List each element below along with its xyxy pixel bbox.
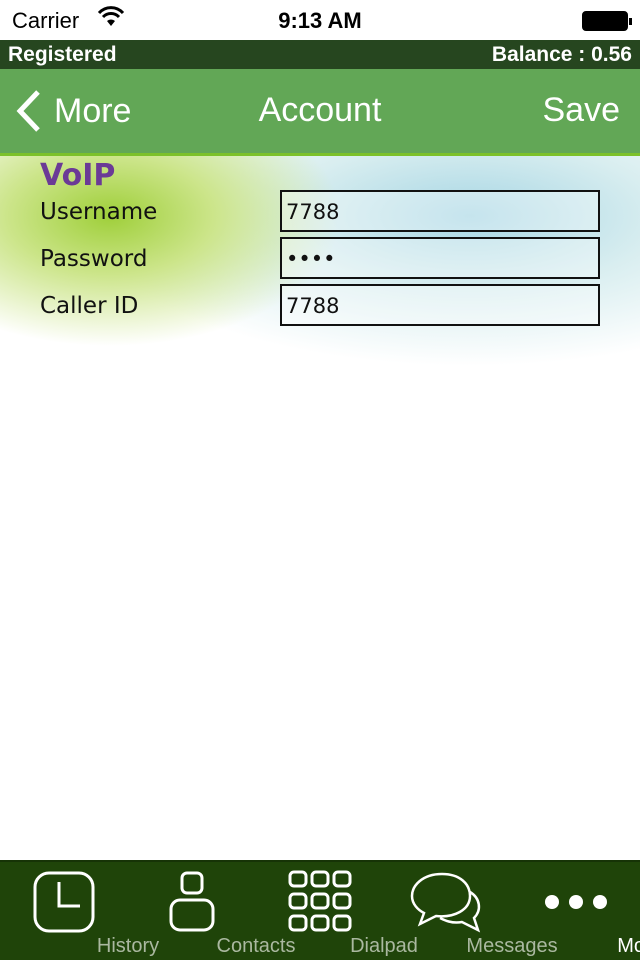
more-dots-icon [545, 895, 607, 909]
navigation-bar: More Account Save [0, 69, 640, 156]
save-button[interactable]: Save [543, 91, 621, 130]
username-input[interactable]: 7788 [280, 190, 600, 232]
password-input[interactable]: •••• [280, 237, 600, 279]
caller-id-input[interactable]: 7788 [280, 284, 600, 326]
person-icon [169, 871, 215, 932]
tab-dialpad[interactable]: Dialpad [256, 862, 418, 962]
registration-status: Registered [8, 43, 117, 66]
clock-icon [33, 871, 95, 933]
tab-more[interactable]: More [512, 862, 640, 962]
dialpad-icon [288, 870, 352, 932]
battery-icon [582, 11, 632, 31]
username-label: Username [40, 199, 158, 225]
caller-id-label: Caller ID [40, 293, 139, 319]
tab-bar: History Contacts Dialpad Messages More [0, 860, 640, 960]
section-title: VoIP [40, 158, 116, 193]
status-bar: Carrier 9:13 AM [0, 0, 640, 40]
clock: 9:13 AM [278, 8, 362, 33]
registration-bar: Registered Balance : 0.56 [0, 40, 640, 69]
chat-bubbles-icon [410, 872, 481, 933]
tab-contacts[interactable]: Contacts [128, 862, 295, 962]
password-label: Password [40, 246, 148, 272]
balance: Balance : 0.56 [491, 43, 632, 66]
tab-history[interactable]: History [0, 862, 159, 962]
tab-label: More [617, 935, 640, 957]
tab-messages[interactable]: Messages [384, 862, 558, 962]
